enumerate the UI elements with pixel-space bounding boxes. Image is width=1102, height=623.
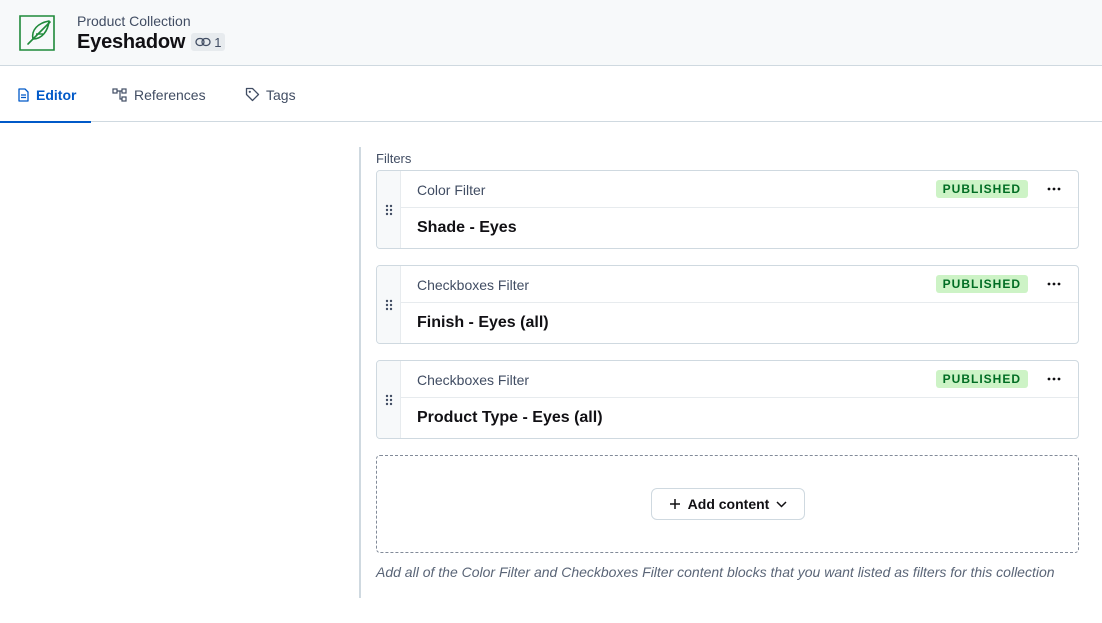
link-icon: [195, 37, 211, 47]
card-content-type: Color Filter: [417, 182, 486, 198]
document-icon: [17, 87, 30, 102]
card-title[interactable]: Shade - Eyes: [417, 219, 517, 237]
status-badge: PUBLISHED: [935, 275, 1028, 293]
entry-header: Product Collection Eyeshadow 1: [0, 0, 1102, 66]
entry-tabs: Editor References Tags: [0, 67, 1102, 123]
entry-card[interactable]: Color Filter PUBLISHED Shade - Eyes: [376, 170, 1079, 249]
entry-title: Eyeshadow: [77, 30, 186, 53]
tab-editor-label: Editor: [36, 86, 77, 103]
add-content-dropzone: Add content: [376, 455, 1079, 553]
tab-tags[interactable]: Tags: [245, 67, 296, 122]
card-title[interactable]: Product Type - Eyes (all): [417, 409, 603, 427]
active-tab-indicator: [0, 121, 91, 123]
field-help-text: Add all of the Color Filter and Checkbox…: [376, 564, 1055, 580]
tab-editor[interactable]: Editor: [0, 67, 91, 123]
card-title[interactable]: Finish - Eyes (all): [417, 314, 549, 332]
plus-icon: [669, 498, 681, 510]
drag-handle-icon[interactable]: [377, 361, 401, 438]
chevron-down-icon: [776, 500, 787, 508]
drag-handle-icon[interactable]: [377, 266, 401, 343]
drag-handle-icon[interactable]: [377, 171, 401, 248]
entry-card[interactable]: Checkboxes Filter PUBLISHED Finish - Eye…: [376, 265, 1079, 344]
references-badge[interactable]: 1: [191, 33, 226, 51]
more-options-icon[interactable]: [1046, 277, 1062, 291]
card-content-type: Checkboxes Filter: [417, 277, 530, 293]
card-content-type: Checkboxes Filter: [417, 372, 530, 388]
field-label: Filters: [376, 151, 412, 166]
references-icon: [112, 87, 128, 102]
tab-tags-label: Tags: [266, 86, 296, 103]
content-type-label: Product Collection: [77, 13, 191, 29]
feather-icon: [16, 12, 58, 54]
more-options-icon[interactable]: [1046, 182, 1062, 196]
status-badge: PUBLISHED: [935, 180, 1028, 198]
status-badge: PUBLISHED: [935, 370, 1028, 388]
add-content-label: Add content: [687, 496, 770, 512]
entry-card[interactable]: Checkboxes Filter PUBLISHED Product Type…: [376, 360, 1079, 439]
field-focus-bar: [359, 147, 361, 598]
add-content-button[interactable]: Add content: [651, 488, 805, 520]
references-count: 1: [214, 34, 222, 50]
more-options-icon[interactable]: [1046, 372, 1062, 386]
tab-references-label: References: [134, 86, 206, 103]
tab-references[interactable]: References: [112, 67, 206, 122]
tag-icon: [245, 87, 260, 102]
